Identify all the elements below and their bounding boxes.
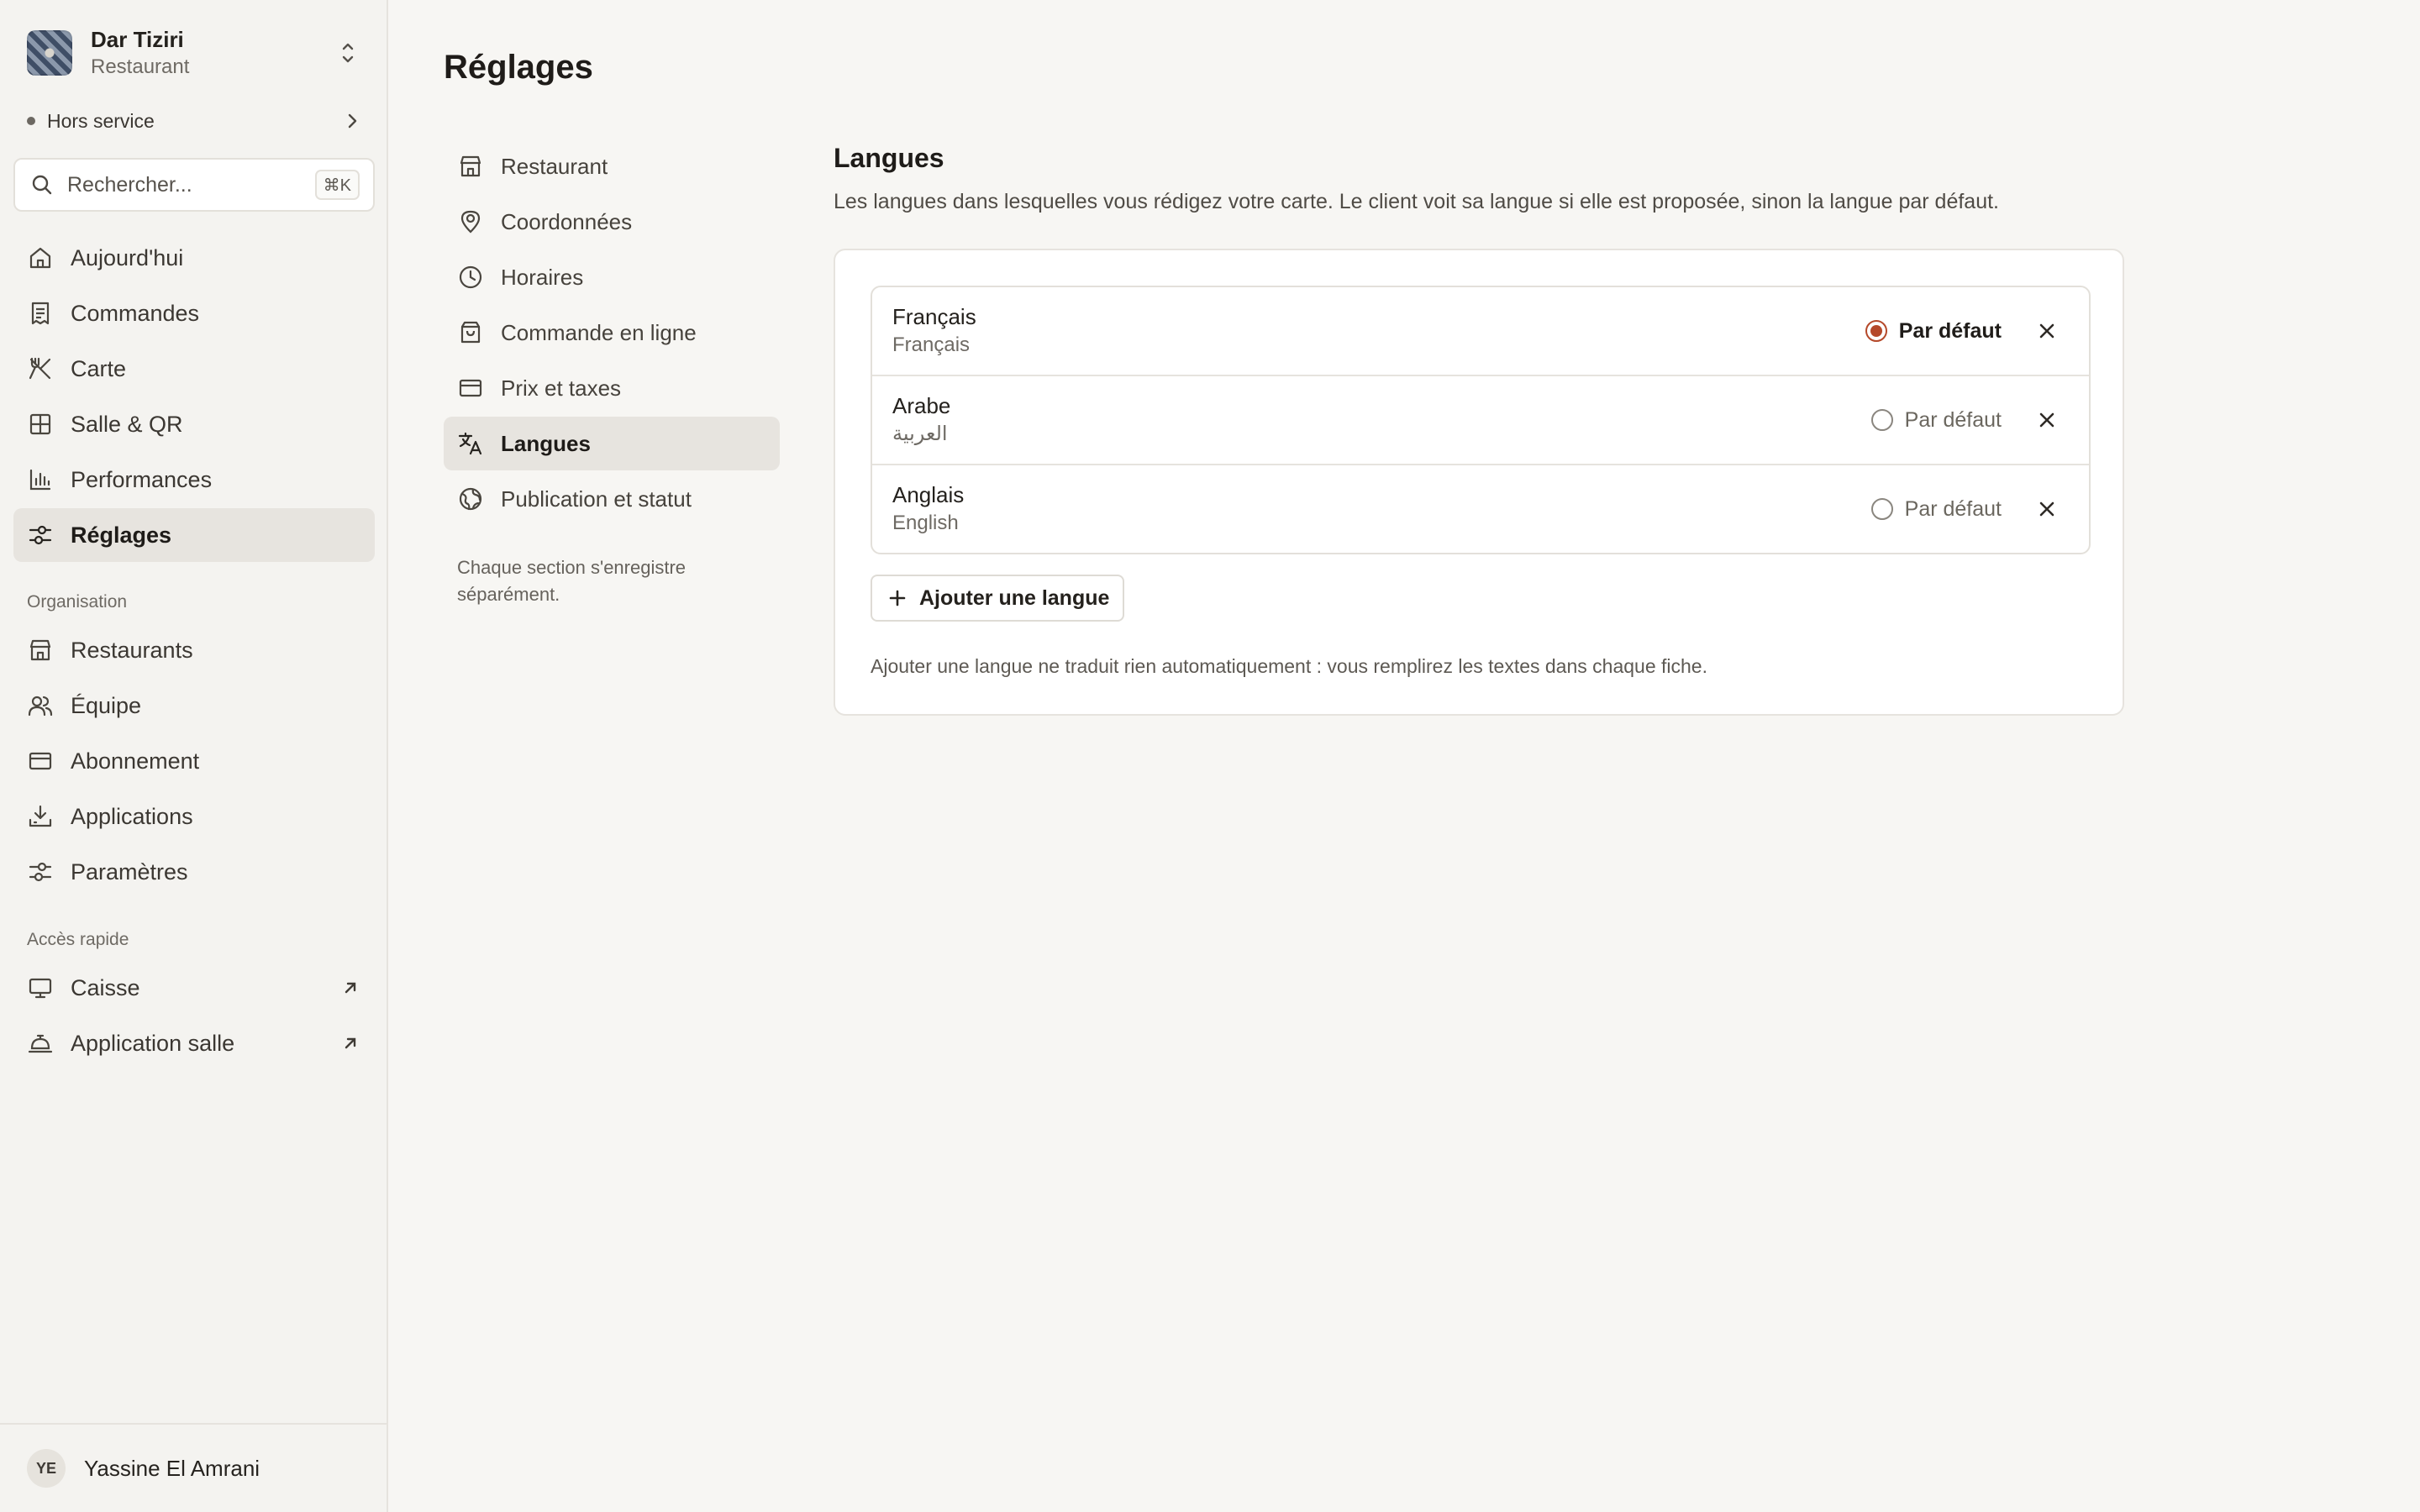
default-radio-anglais[interactable]: Par défaut <box>1870 494 2002 524</box>
nav-item-abonnement[interactable]: Abonnement <box>13 734 375 788</box>
monitor-icon <box>29 978 52 999</box>
settings-nav-coordonnees[interactable]: Coordonnées <box>444 195 780 249</box>
language-row-francais: Français Français Par défaut <box>872 287 2089 376</box>
grid-icon <box>29 413 51 435</box>
avatar: YE <box>27 1449 66 1488</box>
radio-checked <box>1865 320 1887 342</box>
language-row-arabe: Arabe العربية Par défaut <box>872 376 2089 465</box>
nav-item-equipe[interactable]: Équipe <box>13 679 375 732</box>
globe-icon <box>459 487 482 511</box>
language-name: Arabe <box>892 393 951 418</box>
language-name: Anglais <box>892 482 965 507</box>
chevrons-up-down-icon <box>342 43 354 63</box>
user-menu[interactable]: YE Yassine El Amrani <box>0 1423 387 1512</box>
credit-card-icon <box>459 379 482 397</box>
nav-item-salle-qr[interactable]: Salle & QR <box>13 397 375 451</box>
sliders-icon <box>29 525 52 545</box>
sliders-icon <box>29 862 52 882</box>
cloche-icon <box>28 1034 53 1053</box>
nav-item-caisse[interactable]: Caisse <box>13 961 375 1015</box>
status-label: Hors service <box>47 109 155 132</box>
search-shortcut: ⌘K <box>314 170 360 200</box>
languages-card: Français Français Par défaut Arabe العرب… <box>834 249 2124 716</box>
translate-icon <box>458 432 482 455</box>
language-native-name: English <box>892 512 959 534</box>
utensils-icon <box>29 357 51 380</box>
language-row-anglais: Anglais English Par défaut <box>872 465 2089 553</box>
nav-item-restaurants[interactable]: Restaurants <box>13 623 375 677</box>
nav-item-carte[interactable]: Carte <box>13 342 375 396</box>
nav-item-commandes[interactable]: Commandes <box>13 286 375 340</box>
settings-nav-horaires[interactable]: Horaires <box>444 250 780 304</box>
external-link-icon <box>345 982 356 994</box>
default-label: Par défaut <box>1904 496 2002 521</box>
store-icon <box>29 639 51 661</box>
remove-language-close-icon[interactable] <box>2035 319 2059 343</box>
section-description: Les langues dans lesquelles vous rédigez… <box>834 190 1999 213</box>
page-title: Réglages <box>444 49 593 86</box>
credit-card-icon <box>29 752 52 770</box>
language-name: Français <box>892 304 976 329</box>
default-label: Par défaut <box>1898 318 2002 343</box>
section-title: Langues <box>834 143 944 173</box>
restaurant-switcher[interactable]: Dar Tiziri Restaurant <box>27 25 371 81</box>
add-language-label: Ajouter une langue <box>919 585 1110 610</box>
restaurant-name: Dar Tiziri <box>91 27 184 52</box>
home-icon <box>29 247 51 269</box>
settings-nav-restaurant[interactable]: Restaurant <box>444 139 780 193</box>
settings-nav-publication-statut[interactable]: Publication et statut <box>444 472 780 526</box>
add-language-button[interactable]: Ajouter une langue <box>871 575 1125 622</box>
languages-note: Ajouter une langue ne traduit rien autom… <box>871 655 1707 677</box>
radio-unchecked <box>1870 409 1893 431</box>
settings-nav-commande-en-ligne[interactable]: Commande en ligne <box>444 306 780 360</box>
default-radio-francais[interactable]: Par défaut <box>1865 316 2002 346</box>
sidebar: Dar Tiziri Restaurant Hors service Reche… <box>0 0 388 1512</box>
default-radio-arabe[interactable]: Par défaut <box>1870 405 2002 435</box>
settings-nav-prix-taxes[interactable]: Prix et taxes <box>444 361 780 415</box>
status-dot <box>27 117 35 125</box>
search-placeholder: Rechercher... <box>67 172 192 197</box>
nav-item-application-salle[interactable]: Application salle <box>13 1016 375 1070</box>
nav-item-parametres[interactable]: Paramètres <box>13 845 375 899</box>
user-name: Yassine El Amrani <box>84 1455 260 1481</box>
shopping-bag-icon <box>460 321 481 344</box>
download-icon <box>29 805 52 827</box>
language-native-name: Français <box>892 333 971 356</box>
remove-language-close-icon[interactable] <box>2035 497 2059 521</box>
plus-icon <box>889 590 906 606</box>
settings-nav-langues[interactable]: Langues <box>444 417 780 470</box>
section-label-organisation: Organisation <box>27 592 128 612</box>
radio-unchecked <box>1870 498 1893 520</box>
restaurant-type: Restaurant <box>91 55 190 78</box>
chevron-right-icon <box>348 113 357 129</box>
language-native-name: العربية <box>892 423 948 445</box>
bar-chart-icon <box>29 469 51 491</box>
clock-icon <box>459 265 482 289</box>
restaurant-logo <box>27 30 72 76</box>
external-link-icon <box>345 1037 356 1049</box>
default-label: Par défaut <box>1904 407 2002 432</box>
settings-nav-note: Chaque section s'enregistre séparément. <box>457 557 687 605</box>
users-icon <box>28 696 53 717</box>
search-icon <box>32 175 52 195</box>
map-pin-icon <box>460 210 481 234</box>
search-input[interactable]: Rechercher... ⌘K <box>13 158 375 212</box>
service-status[interactable]: Hors service <box>27 104 361 138</box>
nav-item-performances[interactable]: Performances <box>13 453 375 507</box>
nav-item-applications[interactable]: Applications <box>13 790 375 843</box>
remove-language-close-icon[interactable] <box>2035 408 2059 432</box>
receipt-icon <box>31 302 50 325</box>
nav-item-aujourdhui[interactable]: Aujourd'hui <box>13 231 375 285</box>
language-list: Français Français Par défaut Arabe العرب… <box>871 286 2091 554</box>
store-icon <box>460 155 481 177</box>
nav-item-reglages[interactable]: Réglages <box>13 508 375 562</box>
section-label-acces-rapide: Accès rapide <box>27 930 129 949</box>
